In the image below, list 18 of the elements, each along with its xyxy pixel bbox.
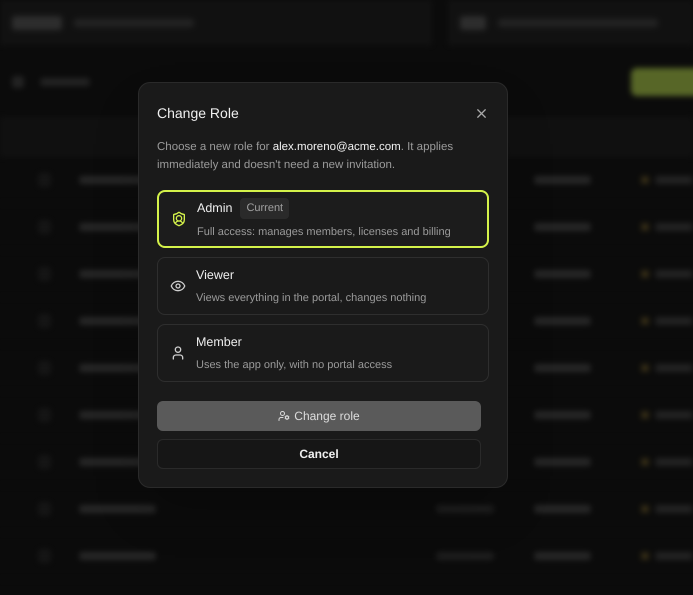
role-icon <box>170 278 186 294</box>
role-name: Viewer <box>196 266 234 284</box>
role-option[interactable]: Viewer Views everything in the portal, changes nothing <box>157 257 489 315</box>
current-badge: Current <box>240 198 290 218</box>
role-icon <box>170 345 186 361</box>
dialog-description: Choose a new role for alex.moreno@acme.com. It applies immediately and doesn't need a new invitation. <box>157 140 454 173</box>
role-option[interactable]: Admin Current Full access: manages members, licenses and billing <box>157 190 489 248</box>
role-option[interactable]: Member Uses the app only, with no portal access <box>157 324 489 382</box>
close-icon[interactable] <box>474 106 489 121</box>
role-description: Uses the app only, with no portal access <box>196 358 392 373</box>
user-gear-icon <box>278 410 290 422</box>
cancel-button[interactable]: Cancel <box>157 439 481 469</box>
role-name: Admin <box>197 200 232 217</box>
role-description: Views everything in the portal, changes nothing <box>196 290 426 306</box>
role-description: Full access: manages members, licenses and billing <box>197 224 451 240</box>
role-icon <box>171 211 187 227</box>
role-name: Member <box>196 334 242 351</box>
dialog-title: Change Role <box>157 104 239 123</box>
